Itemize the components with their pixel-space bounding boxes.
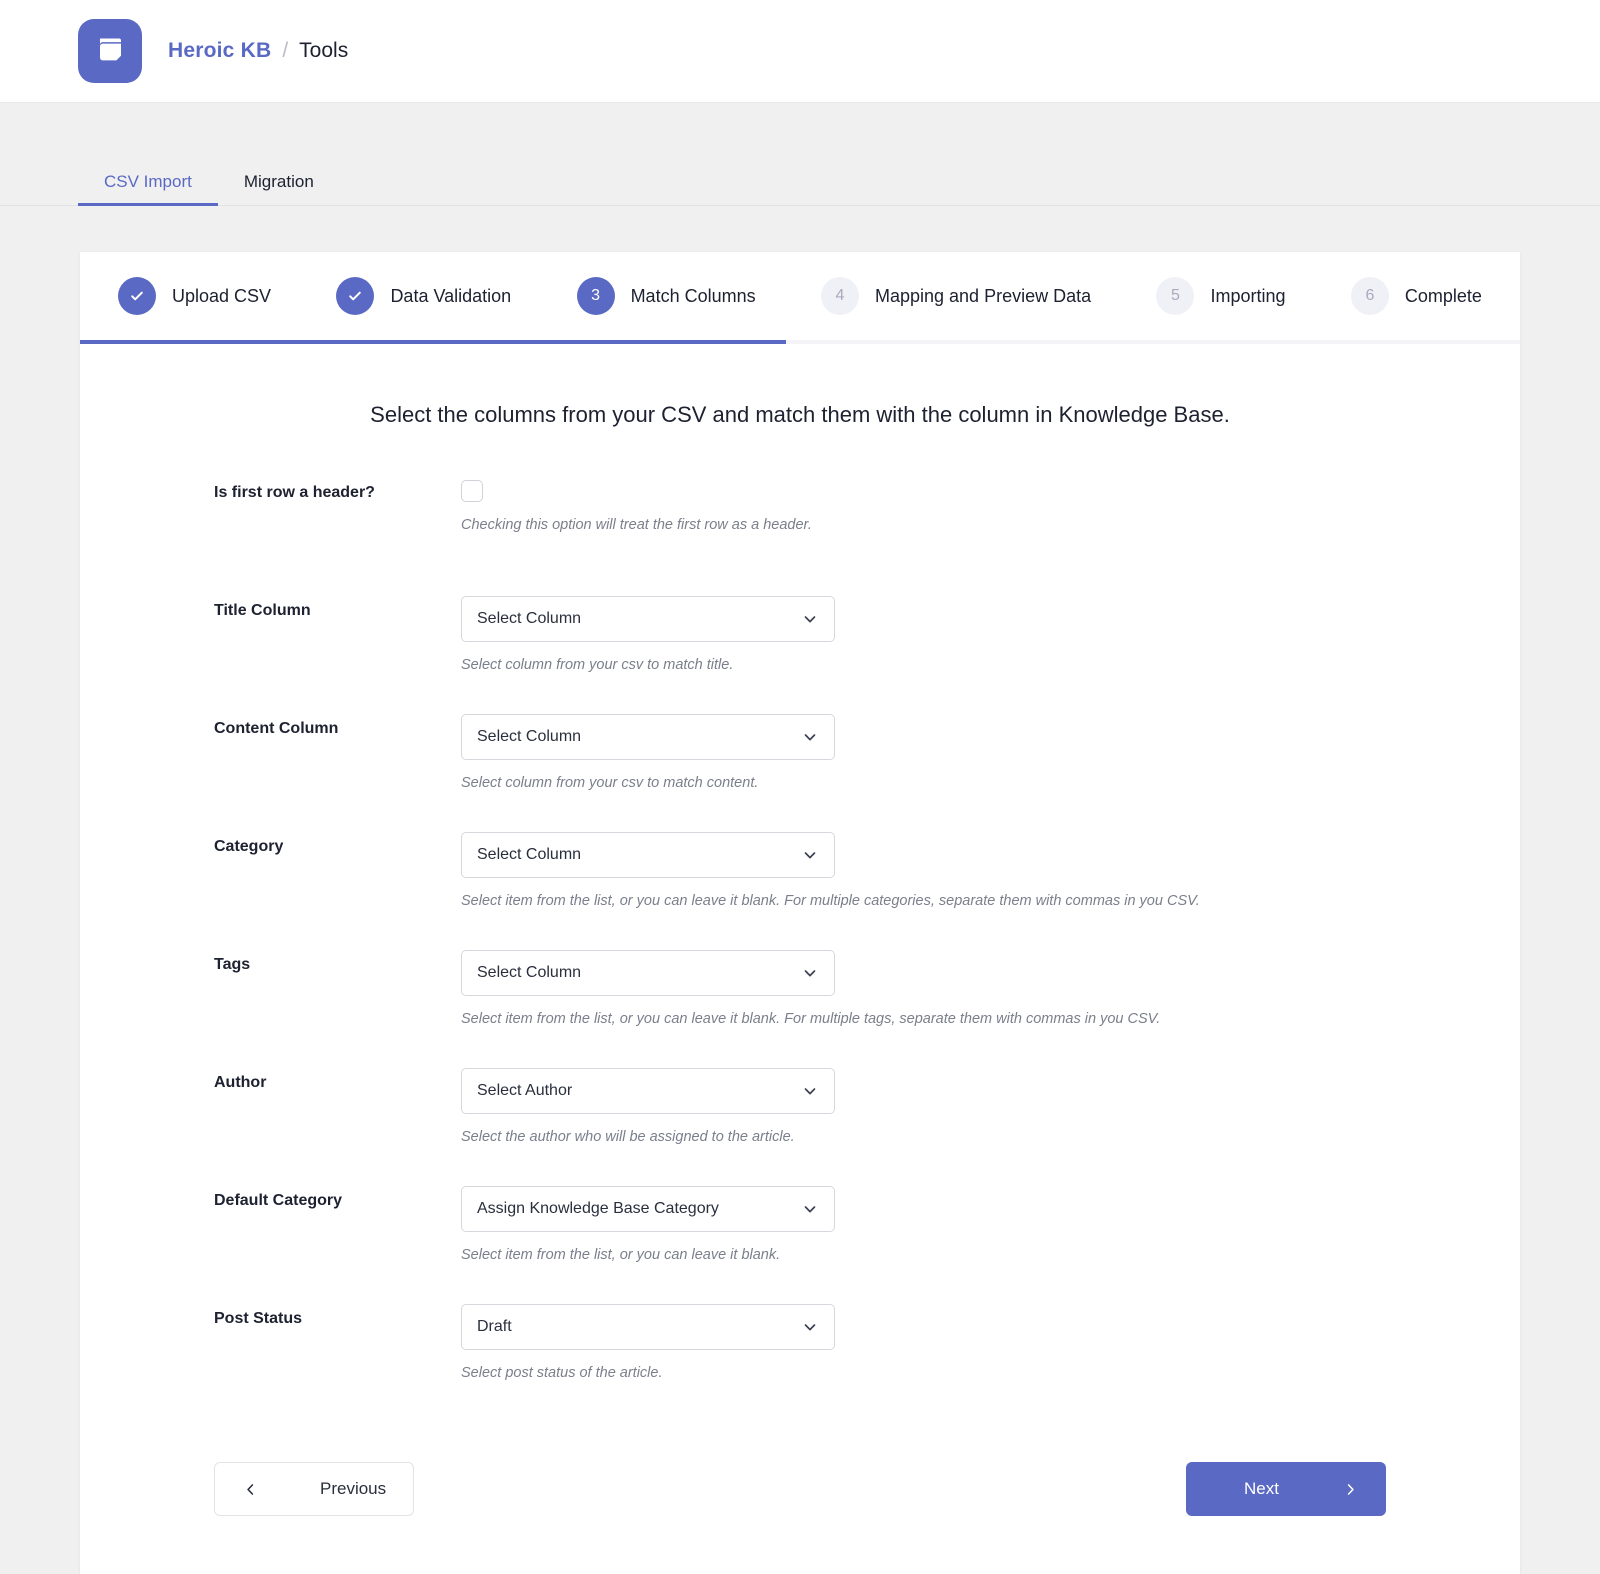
tags-value: Select Column (477, 964, 582, 981)
form-heading: Select the columns from your CSV and mat… (370, 402, 1230, 427)
content-column-value: Select Column (477, 728, 582, 745)
step-upload-csv[interactable]: Upload CSV (118, 277, 271, 315)
post-status-select[interactable]: Draft (461, 1304, 835, 1350)
step-2-label: Data Validation (390, 285, 512, 306)
help-category: Select item from the list, or you can le… (461, 893, 1200, 909)
help-default-category: Select item from the list, or you can le… (461, 1247, 781, 1263)
step-3-number: 3 (591, 287, 601, 304)
label-title-column: Title Column (214, 602, 311, 619)
step-5-number: 5 (1171, 287, 1180, 304)
step-1-label: Upload CSV (172, 285, 272, 306)
content-column-select[interactable]: Select Column (461, 714, 835, 760)
step-6-number: 6 (1365, 287, 1375, 304)
tab-migration-label: Migration (243, 172, 314, 191)
category-select[interactable]: Select Column (461, 832, 835, 878)
default-category-value: Assign Knowledge Base Category (477, 1200, 719, 1217)
help-first-row-header: Checking this option will treat the firs… (461, 517, 812, 533)
top-bar: Heroic KB / Tools (0, 0, 1600, 103)
chevron-down-icon (802, 1319, 818, 1335)
help-author: Select the author who will be assigned t… (461, 1129, 795, 1145)
form-row-default-category: Default Category Assign Knowledge Base C… (80, 1186, 1520, 1282)
step-mapping-and-preview-data[interactable]: 4 Mapping and Preview Data (820, 277, 1092, 315)
wizard-progress-bar (80, 340, 1520, 344)
first-row-header-checkbox[interactable] (461, 480, 483, 502)
label-default-category: Default Category (214, 1192, 343, 1209)
wizard-progress-fill (80, 340, 786, 344)
help-content-column: Select column from your csv to match con… (461, 775, 759, 791)
tab-migration[interactable]: Migration (218, 173, 340, 205)
match-columns-form: Select the columns from your CSV and mat… (80, 344, 1520, 1400)
check-icon (347, 288, 363, 304)
check-icon (129, 288, 145, 304)
next-button[interactable]: Next (1186, 1462, 1386, 1516)
label-post-status: Post Status (214, 1310, 303, 1327)
book-icon (93, 32, 127, 71)
form-row-category: Category Select Column Select item from … (80, 832, 1520, 928)
form-row-tags: Tags Select Column Select item from the … (80, 950, 1520, 1046)
step-5-label: Importing (1210, 285, 1286, 306)
chevron-down-icon (802, 1201, 818, 1217)
label-tags: Tags (214, 956, 251, 973)
tab-csv-import[interactable]: CSV Import (78, 172, 218, 206)
previous-button[interactable]: Previous (214, 1462, 414, 1516)
step-4-label: Mapping and Preview Data (874, 285, 1092, 306)
form-row-content-column: Content Column Select Column Select colu… (80, 714, 1520, 810)
breadcrumb-current-page: Tools (299, 39, 349, 62)
step-6-indicator: 6 (1350, 277, 1389, 315)
author-value: Select Author (477, 1082, 573, 1099)
tab-csv-import-label: CSV Import (104, 172, 192, 191)
tags-select[interactable]: Select Column (461, 950, 835, 996)
previous-button-label: Previous (320, 1479, 387, 1498)
step-3-indicator: 3 (576, 277, 615, 315)
step-6-label: Complete (1404, 285, 1482, 306)
help-title-column: Select column from your csv to match tit… (461, 657, 734, 673)
chevron-left-icon (243, 1482, 258, 1497)
chevron-down-icon (802, 1083, 818, 1099)
step-data-validation[interactable]: Data Validation (336, 277, 511, 315)
step-5-indicator: 5 (1156, 277, 1195, 315)
form-row-title-column: Title Column Select Column Select column… (80, 596, 1520, 692)
step-complete[interactable]: 6 Complete (1350, 277, 1482, 315)
wizard-stepper: Upload CSV Data Validation 3 Match Colum… (80, 252, 1520, 340)
step-importing[interactable]: 5 Importing (1156, 277, 1286, 315)
form-row-author: Author Select Author Select the author w… (80, 1068, 1520, 1164)
import-wizard-card: Upload CSV Data Validation 3 Match Colum… (80, 252, 1520, 1574)
chevron-down-icon (802, 965, 818, 981)
category-value: Select Column (477, 846, 582, 863)
chevron-down-icon (802, 847, 818, 863)
title-column-select[interactable]: Select Column (461, 596, 835, 642)
step-4-number: 4 (835, 287, 845, 304)
heroic-kb-logo (78, 19, 142, 83)
step-4-indicator: 4 (820, 277, 859, 315)
form-row-first-row-header: Is first row a header? Checking this opt… (80, 478, 1520, 574)
title-column-value: Select Column (477, 610, 582, 627)
brand-name[interactable]: Heroic KB (168, 39, 271, 63)
author-select[interactable]: Select Author (461, 1068, 835, 1114)
breadcrumb-separator: / (282, 39, 289, 62)
label-category: Category (214, 838, 284, 855)
step-1-indicator (118, 277, 156, 315)
chevron-right-icon (1343, 1482, 1358, 1497)
step-3-label: Match Columns (630, 285, 756, 306)
label-is-first-row-a-header: Is first row a header? (214, 484, 375, 501)
step-match-columns[interactable]: 3 Match Columns (576, 277, 756, 315)
next-button-label: Next (1244, 1479, 1279, 1498)
help-tags: Select item from the list, or you can le… (461, 1011, 1161, 1027)
step-2-indicator (336, 277, 375, 315)
form-row-post-status: Post Status Draft Select post status of … (80, 1304, 1520, 1400)
label-author: Author (214, 1074, 267, 1091)
breadcrumb: Heroic KB / Tools (168, 39, 348, 63)
wizard-footer: Previous Next (80, 1422, 1520, 1574)
default-category-select[interactable]: Assign Knowledge Base Category (461, 1186, 835, 1232)
tab-bar: CSV Import Migration (0, 141, 1600, 206)
chevron-down-icon (802, 611, 818, 627)
chevron-down-icon (802, 729, 818, 745)
label-content-column: Content Column (214, 720, 339, 737)
help-post-status: Select post status of the article. (461, 1365, 663, 1381)
post-status-value: Draft (477, 1318, 512, 1335)
